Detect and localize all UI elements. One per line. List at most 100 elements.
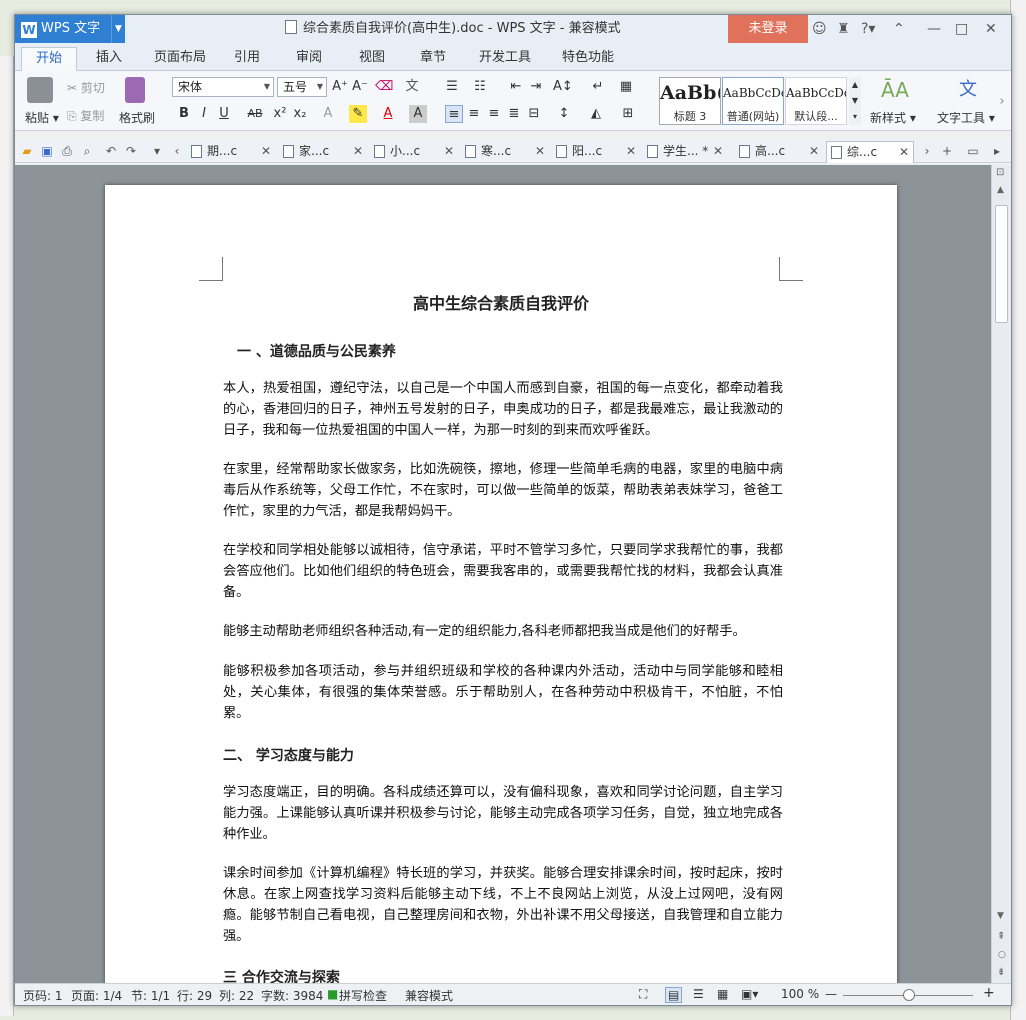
align-center-icon[interactable]: ≡	[465, 105, 483, 123]
reading-view-icon[interactable]: ▣▾	[741, 987, 758, 1001]
shirt-icon[interactable]: ♜	[837, 20, 850, 38]
next-page-icon[interactable]: ⇟	[997, 967, 1005, 978]
style-heading3[interactable]: AaBb(标题 3	[659, 77, 721, 125]
chevron-down-icon[interactable]: ▼	[111, 15, 125, 43]
skin-icon[interactable]: ☺	[812, 20, 827, 38]
save-icon[interactable]: ▣	[39, 143, 55, 159]
format-painter-button[interactable]: 格式刷	[119, 109, 155, 126]
web-view-icon[interactable]: ▦	[717, 987, 728, 1001]
fullscreen-icon[interactable]: ⛶	[639, 987, 647, 1002]
document-canvas[interactable]: 高中生综合素质自我评价 一 、道德品质与公民素养 本人，热爱祖国，遵纪守法，以自…	[15, 165, 991, 983]
doc-tab-active[interactable]: 综...c ✕	[826, 141, 914, 163]
redo-icon[interactable]: ↷	[123, 143, 139, 159]
doc-tab[interactable]: 寒...c ✕	[461, 141, 549, 163]
tab-page-layout[interactable]: 页面布局	[145, 47, 215, 71]
new-style-button[interactable]: 新样式 ▾	[870, 109, 916, 126]
close-icon[interactable]: ✕	[444, 141, 454, 161]
grow-font-icon[interactable]: A⁺	[331, 78, 349, 96]
zoom-in-icon[interactable]: +	[983, 985, 995, 1001]
vertical-scrollbar[interactable]: ⊡ ▲ ▼ ⇞ ○ ⇟	[991, 165, 1011, 983]
bold-icon[interactable]: B	[175, 105, 193, 123]
outline-view-icon[interactable]: ☰	[693, 987, 704, 1001]
tab-view[interactable]: 视图	[350, 47, 394, 71]
numbered-list-icon[interactable]: ☷	[471, 78, 489, 96]
tab-review[interactable]: 审阅	[287, 47, 331, 71]
status-word-count[interactable]: 字数: 3984	[261, 987, 323, 1004]
borders-icon[interactable]: ⊞	[619, 105, 637, 123]
font-name-select[interactable]: 宋体 ▼	[172, 77, 274, 97]
undo-icon[interactable]: ↶	[103, 143, 119, 159]
underline-icon[interactable]: U	[215, 105, 233, 123]
strikethrough-icon[interactable]: AB	[243, 105, 267, 123]
scroll-up-icon[interactable]: ▲	[997, 185, 1004, 195]
increase-indent-icon[interactable]: ⇥	[527, 78, 545, 96]
style-gallery-scroll[interactable]: ▲ ▼ ▾	[849, 77, 861, 125]
table-grid-icon[interactable]: ▦	[617, 78, 635, 96]
highlight-icon[interactable]: ✎	[349, 105, 367, 123]
doc-tab[interactable]: 家...c ✕	[279, 141, 367, 163]
phonetic-icon[interactable]: 文	[403, 78, 421, 96]
text-effect-icon[interactable]: A	[319, 105, 337, 123]
doc-tab[interactable]: 高...c ✕	[735, 141, 823, 163]
shading-icon[interactable]: ◭	[587, 105, 605, 123]
tab-developer[interactable]: 开发工具	[470, 47, 540, 71]
doc-tab[interactable]: 期...c ✕	[187, 141, 275, 163]
close-icon[interactable]: ✕	[535, 141, 545, 161]
doc-tab[interactable]: 阳...c ✕	[552, 141, 640, 163]
previous-page-icon[interactable]: ⇞	[997, 931, 1005, 942]
close-icon[interactable]: ✕	[713, 141, 723, 161]
maximize-icon[interactable]: □	[955, 20, 968, 38]
zoom-slider-thumb[interactable]	[903, 989, 915, 1001]
page-view-icon[interactable]: ▤	[665, 987, 683, 1003]
shrink-font-icon[interactable]: A⁻	[351, 78, 369, 96]
status-row[interactable]: 行: 29	[177, 987, 212, 1004]
status-column[interactable]: 列: 22	[219, 987, 254, 1004]
align-right-icon[interactable]: ≡	[485, 105, 503, 123]
print-preview-icon[interactable]: ⌕	[79, 143, 95, 159]
line-break-icon[interactable]: ↵	[589, 78, 607, 96]
clear-format-icon[interactable]: ⌫	[375, 78, 393, 96]
superscript-icon[interactable]: x²	[271, 105, 289, 123]
tab-chapter[interactable]: 章节	[411, 47, 455, 71]
document-page[interactable]: 高中生综合素质自我评价 一 、道德品质与公民素养 本人，热爱祖国，遵纪守法，以自…	[105, 185, 897, 983]
close-icon[interactable]: ✕	[261, 141, 271, 161]
close-icon[interactable]: ✕	[626, 141, 636, 161]
zoom-out-icon[interactable]: —	[825, 987, 837, 1001]
format-painter-icon[interactable]	[125, 77, 145, 103]
open-folder-icon[interactable]: ▰	[19, 143, 35, 159]
print-icon[interactable]: ⎙	[59, 143, 75, 159]
text-tools-icon[interactable]: 文	[955, 77, 981, 103]
style-normal-web[interactable]: AaBbCcDd 普通(网站)	[722, 77, 784, 125]
close-icon[interactable]: ✕	[353, 141, 363, 161]
paste-button[interactable]: 粘贴 ▾	[25, 109, 59, 126]
ruler-toggle-icon[interactable]: ⊡	[996, 167, 1004, 178]
status-page-number[interactable]: 页码: 1	[23, 987, 63, 1004]
tabs-scroll-left-icon[interactable]: ‹	[169, 143, 185, 159]
minimize-icon[interactable]: —	[927, 20, 941, 38]
align-left-icon[interactable]: ≡	[445, 105, 463, 123]
help-icon[interactable]: ?▾	[861, 20, 875, 38]
char-shading-icon[interactable]: A	[409, 105, 427, 123]
status-section[interactable]: 节: 1/1	[131, 987, 170, 1004]
distributed-icon[interactable]: ⊟	[525, 105, 543, 123]
line-spacing-icon[interactable]: ↕	[555, 105, 573, 123]
font-size-select[interactable]: 五号 ▼	[277, 77, 327, 97]
tab-home[interactable]: 开始	[21, 47, 77, 71]
new-style-icon[interactable]: ĀA	[881, 77, 909, 103]
bullet-list-icon[interactable]: ☰	[443, 78, 461, 96]
new-tab-icon[interactable]: +	[939, 143, 955, 159]
font-color-icon[interactable]: A	[379, 105, 397, 123]
justify-icon[interactable]: ≣	[505, 105, 523, 123]
close-icon[interactable]: ✕	[809, 141, 819, 161]
italic-icon[interactable]: I	[195, 105, 213, 123]
copy-button[interactable]: ⎘ 复制	[67, 107, 104, 124]
style-default-paragraph[interactable]: AaBbCcDd 默认段...	[785, 77, 847, 125]
tab-special-features[interactable]: 特色功能	[548, 47, 628, 71]
ribbon-scroll-right-icon[interactable]: ›	[997, 93, 1007, 111]
customize-toolbar-icon[interactable]: ▾	[149, 143, 165, 159]
paste-icon[interactable]	[27, 77, 53, 103]
tabs-scroll-right-icon[interactable]: ›	[919, 143, 935, 159]
login-button[interactable]: 未登录	[728, 15, 808, 43]
decrease-indent-icon[interactable]: ⇤	[507, 78, 525, 96]
sort-icon[interactable]: A↕	[553, 78, 573, 96]
